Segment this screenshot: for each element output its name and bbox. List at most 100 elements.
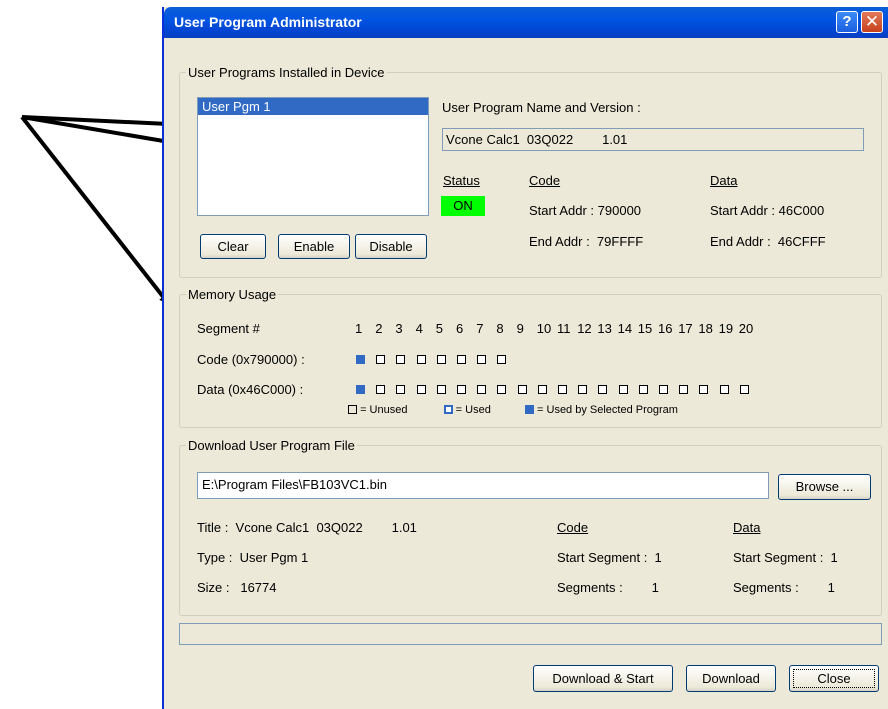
code-segment-count: Segments : 1 bbox=[557, 580, 659, 595]
segment-number: 13 bbox=[597, 321, 612, 336]
list-item[interactable]: User Pgm 1 bbox=[198, 98, 428, 115]
file-type: Type : User Pgm 1 bbox=[197, 550, 309, 565]
segment-unused-square bbox=[497, 385, 507, 394]
data-segment-count: Segments : 1 bbox=[733, 580, 835, 595]
segment-number: 9 bbox=[516, 321, 524, 336]
data-start-addr: Start Addr : 46C000 bbox=[710, 203, 825, 218]
segment-unused-square bbox=[598, 385, 608, 394]
arrow-to-memory-usage bbox=[20, 115, 170, 305]
code-header: Code bbox=[529, 173, 561, 188]
segment-number: 15 bbox=[637, 321, 653, 336]
segment-number: 2 bbox=[375, 321, 383, 336]
data-header: Data bbox=[710, 173, 738, 188]
segment-unused-square bbox=[578, 385, 588, 394]
segment-unused-square bbox=[699, 385, 709, 394]
clear-button[interactable]: Clear bbox=[200, 234, 266, 259]
segment-unused-square bbox=[719, 385, 729, 394]
segment-selected-square bbox=[356, 385, 365, 394]
program-listbox[interactable]: User Pgm 1 bbox=[197, 97, 429, 216]
segment-unused-square bbox=[376, 355, 386, 364]
close-x-button[interactable]: ✕ bbox=[861, 11, 883, 33]
segment-unused-square bbox=[436, 385, 446, 394]
download-file-group: Download User Program File E:\Program Fi… bbox=[179, 438, 882, 616]
segment-number: 10 bbox=[536, 321, 552, 336]
selected-key-label: = Used by Selected Program bbox=[537, 404, 678, 416]
segment-unused-square bbox=[537, 385, 547, 394]
segment-unused-square bbox=[497, 355, 507, 364]
segment-unused-square bbox=[396, 385, 406, 394]
segment-unused-square bbox=[638, 385, 648, 394]
segment-unused-square bbox=[618, 385, 628, 394]
browse-button[interactable]: Browse ... bbox=[778, 474, 871, 500]
segment-number: 5 bbox=[435, 321, 444, 336]
progress-bar bbox=[179, 623, 882, 645]
unused-key-label: = Unused bbox=[360, 404, 408, 416]
segment-number: 19 bbox=[718, 321, 734, 336]
segment-unused-square bbox=[376, 385, 386, 394]
help-button[interactable]: ? bbox=[836, 11, 858, 33]
data-start-segment: Start Segment : 1 bbox=[733, 550, 838, 565]
memory-usage-group: Memory Usage Segment # 1 2 3 4 5 6 7 8 9 10 11 12 13… bbox=[179, 287, 882, 428]
data-end-addr: End Addr : 46CFFF bbox=[710, 234, 826, 249]
segment-number: 16 bbox=[658, 321, 673, 336]
installed-programs-group: User Programs Installed in Device User P… bbox=[179, 65, 882, 278]
status-label: Status bbox=[443, 173, 480, 188]
installed-programs-legend: User Programs Installed in Device bbox=[186, 65, 387, 80]
segment-number: 18 bbox=[698, 321, 713, 336]
enable-button[interactable]: Enable bbox=[278, 234, 350, 259]
file-path-input[interactable]: E:\Program Files\FB103VC1.bin bbox=[197, 472, 769, 499]
segment-numbers: 1 2 3 4 5 6 7 8 9 10 11 12 13 14 15 16 17 18 19 20 bbox=[180, 321, 880, 339]
memory-usage-legend: Memory Usage bbox=[186, 287, 279, 302]
segment-number: 8 bbox=[496, 321, 504, 336]
segment-unused-square bbox=[477, 385, 487, 394]
segment-number: 3 bbox=[395, 321, 403, 336]
used-key-label: = Used bbox=[455, 404, 491, 416]
download-code-header: Code bbox=[557, 520, 589, 535]
segment-unused-square bbox=[558, 385, 567, 394]
segment-number: 6 bbox=[456, 321, 464, 336]
segment-unused-square bbox=[457, 355, 466, 364]
file-title: Title : Vcone Calc1 03Q022 1.01 bbox=[197, 520, 417, 535]
download-button[interactable]: Download bbox=[686, 665, 776, 692]
data-segment-row bbox=[180, 385, 880, 397]
segment-unused-square bbox=[739, 385, 749, 394]
segment-unused-square bbox=[396, 355, 406, 364]
segment-number: 12 bbox=[577, 321, 592, 336]
memory-key: = Unused = Used = Used by Selected Progr… bbox=[348, 404, 678, 416]
window-title: User Program Administrator bbox=[174, 14, 362, 30]
segment-unused-square bbox=[457, 385, 466, 394]
segment-number: 7 bbox=[476, 321, 484, 336]
segment-unused-square bbox=[679, 385, 689, 394]
segment-selected-square bbox=[356, 355, 365, 364]
segment-number: 20 bbox=[738, 321, 754, 336]
segment-number: 11 bbox=[557, 321, 571, 336]
code-start-segment: Start Segment : 1 bbox=[557, 550, 662, 565]
unused-key-square bbox=[348, 405, 357, 414]
selected-key-square bbox=[524, 405, 534, 414]
used-key-square bbox=[443, 405, 453, 414]
segment-number: 1 bbox=[355, 321, 363, 336]
segment-number: 14 bbox=[617, 321, 633, 336]
name-version-field: Vcone Calc1 03Q022 1.01 bbox=[442, 128, 864, 151]
close-button[interactable]: Close bbox=[789, 665, 879, 692]
segment-unused-square bbox=[416, 355, 426, 364]
download-start-button[interactable]: Download & Start bbox=[533, 665, 673, 692]
code-start-addr: Start Addr : 790000 bbox=[529, 203, 642, 218]
segment-unused-square bbox=[436, 355, 446, 364]
disable-button[interactable]: Disable bbox=[355, 234, 427, 259]
title-bar: User Program Administrator ? ✕ bbox=[164, 7, 888, 38]
code-segment-row bbox=[180, 355, 880, 367]
file-size: Size : 16774 bbox=[197, 580, 277, 595]
dialog-window: User Program Administrator ? ✕ User Prog… bbox=[162, 7, 888, 709]
status-badge: ON bbox=[441, 196, 485, 216]
download-data-header: Data bbox=[733, 520, 761, 535]
segment-unused-square bbox=[517, 385, 527, 394]
segment-number: 4 bbox=[415, 321, 423, 336]
segment-unused-square bbox=[659, 385, 668, 394]
segment-number: 17 bbox=[678, 321, 693, 336]
segment-unused-square bbox=[416, 385, 426, 394]
segment-unused-square bbox=[477, 355, 487, 364]
download-file-legend: Download User Program File bbox=[186, 438, 357, 453]
name-version-label: User Program Name and Version : bbox=[442, 100, 641, 115]
code-end-addr: End Addr : 79FFFF bbox=[529, 234, 644, 249]
